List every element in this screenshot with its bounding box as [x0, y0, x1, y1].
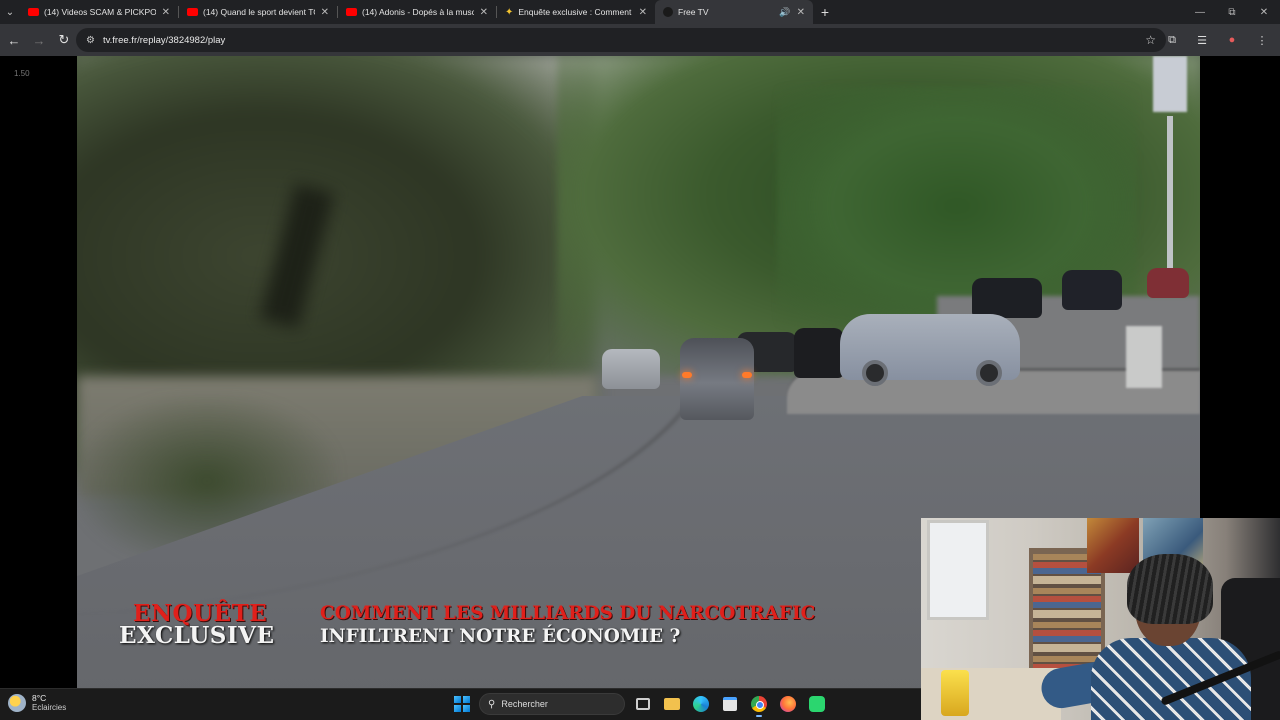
playback-speed: 1.50 — [14, 69, 30, 78]
chrome-icon — [751, 696, 767, 712]
tab-enquete[interactable]: ✦ Enquête exclusive : Comment le ✕ — [497, 0, 655, 24]
video-scene-car — [972, 278, 1042, 318]
video-scene-bollard — [1126, 326, 1162, 388]
youtube-icon — [346, 8, 357, 16]
tab-videos-scam[interactable]: (14) Videos SCAM & PICKPOCK ✕ — [20, 0, 178, 24]
browser-toolbar: ← → ↻ ⚙ tv.free.fr/replay/3824982/play ☆… — [0, 24, 1280, 56]
youtube-icon — [187, 8, 198, 16]
tab-strip: ⌄ (14) Videos SCAM & PICKPOCK ✕ (14) Qua… — [0, 0, 1280, 24]
search-icon: ⚲ — [488, 698, 496, 710]
video-title-overlay: ENQUÊTE EXCLUSIVE COMMENT LES MILLIARDS … — [119, 600, 919, 652]
webcam-window — [927, 520, 989, 620]
toolbar-actions: ⧉ ☰ ● ⋮ — [1160, 28, 1274, 52]
tab-search-chevron-icon[interactable]: ⌄ — [0, 0, 20, 24]
app-icon — [809, 696, 825, 712]
window-controls: — ⧉ ✕ — [1184, 0, 1280, 24]
speaker-icon[interactable]: 🔊 — [779, 7, 790, 18]
close-icon[interactable]: ✕ — [321, 7, 329, 18]
firefox-button[interactable] — [777, 693, 799, 715]
reload-icon[interactable]: ↻ — [52, 28, 76, 52]
search-placeholder: Rechercher — [501, 699, 548, 709]
weather-temp: 8°C — [32, 693, 47, 703]
video-scene-sign — [1153, 56, 1187, 112]
title-line2: INFILTRENT NOTRE ÉCONOMIE ? — [320, 626, 681, 647]
media-controls-icon[interactable]: ☰ — [1190, 28, 1214, 52]
file-explorer-button[interactable] — [661, 693, 683, 715]
video-scene-car — [680, 338, 754, 420]
start-windows-icon[interactable] — [452, 694, 472, 714]
task-view-button[interactable] — [632, 693, 654, 715]
url-text[interactable]: tv.free.fr/replay/3824982/play — [103, 35, 225, 46]
firefox-icon — [780, 696, 796, 712]
bookmark-star-icon[interactable]: ☆ — [1145, 33, 1156, 47]
extensions-icon[interactable]: ⧉ — [1160, 28, 1184, 52]
webcam-overlay — [921, 518, 1280, 720]
store-button[interactable] — [719, 693, 741, 715]
video-scene-car — [602, 349, 660, 389]
video-scene-pole — [1167, 116, 1173, 286]
video-scene-car — [794, 328, 844, 378]
edge-button[interactable] — [690, 693, 712, 715]
freetv-icon — [663, 7, 673, 17]
video-scene-car — [1062, 270, 1122, 310]
close-window-icon[interactable]: ✕ — [1248, 0, 1280, 24]
tab-sport[interactable]: (14) Quand le sport devient TO ✕ — [179, 0, 337, 24]
star-icon: ✦ — [505, 6, 514, 18]
tab-title: (14) Videos SCAM & PICKPOCK — [44, 7, 156, 17]
tab-title: (14) Quand le sport devient TO — [203, 7, 315, 17]
menu-kebab-icon[interactable]: ⋮ — [1250, 28, 1274, 52]
folder-icon — [664, 698, 680, 710]
profile-avatar-icon[interactable]: ● — [1220, 28, 1244, 52]
site-info-icon[interactable]: ⚙ — [86, 35, 95, 46]
tab-free-tv[interactable]: Free TV 🔊 ✕ — [655, 0, 813, 24]
chrome-button[interactable] — [748, 693, 770, 717]
weather-widget[interactable]: 8°C Eclaircies — [8, 693, 66, 713]
green-app-button[interactable] — [806, 693, 828, 715]
edge-icon — [693, 696, 709, 712]
back-icon[interactable]: ← — [2, 28, 26, 52]
store-icon — [723, 697, 737, 711]
brand-line2: EXCLUSIVE — [119, 622, 275, 649]
taskbar-search[interactable]: ⚲ Rechercher — [479, 693, 625, 715]
tab-title: (14) Adonis - Dopés à la muscu — [362, 7, 474, 17]
close-icon[interactable]: ✕ — [162, 7, 170, 18]
title-line1: COMMENT LES MILLIARDS DU NARCOTRAFIC — [320, 603, 816, 624]
tab-title: Free TV — [678, 7, 709, 17]
webcam-cup — [941, 670, 969, 716]
close-icon[interactable]: ✕ — [639, 7, 647, 18]
restore-icon[interactable]: ⧉ — [1216, 0, 1248, 24]
video-scene-car — [840, 314, 1020, 386]
taskbar-center: ⚲ Rechercher — [452, 693, 828, 717]
youtube-icon — [28, 8, 39, 16]
weather-condition: Eclaircies — [32, 703, 67, 712]
tab-adonis[interactable]: (14) Adonis - Dopés à la muscu ✕ — [338, 0, 496, 24]
tab-title: Enquête exclusive : Comment le — [518, 7, 633, 17]
new-tab-button[interactable]: + — [813, 0, 837, 24]
weather-icon — [8, 694, 26, 712]
close-icon[interactable]: ✕ — [480, 7, 488, 18]
close-icon[interactable]: ✕ — [797, 7, 805, 18]
video-scene-car — [1147, 268, 1189, 298]
address-bar[interactable]: ⚙ tv.free.fr/replay/3824982/play ☆ — [76, 28, 1166, 52]
task-view-icon — [636, 698, 650, 710]
forward-icon[interactable]: → — [27, 28, 51, 52]
minimize-icon[interactable]: — — [1184, 0, 1216, 24]
